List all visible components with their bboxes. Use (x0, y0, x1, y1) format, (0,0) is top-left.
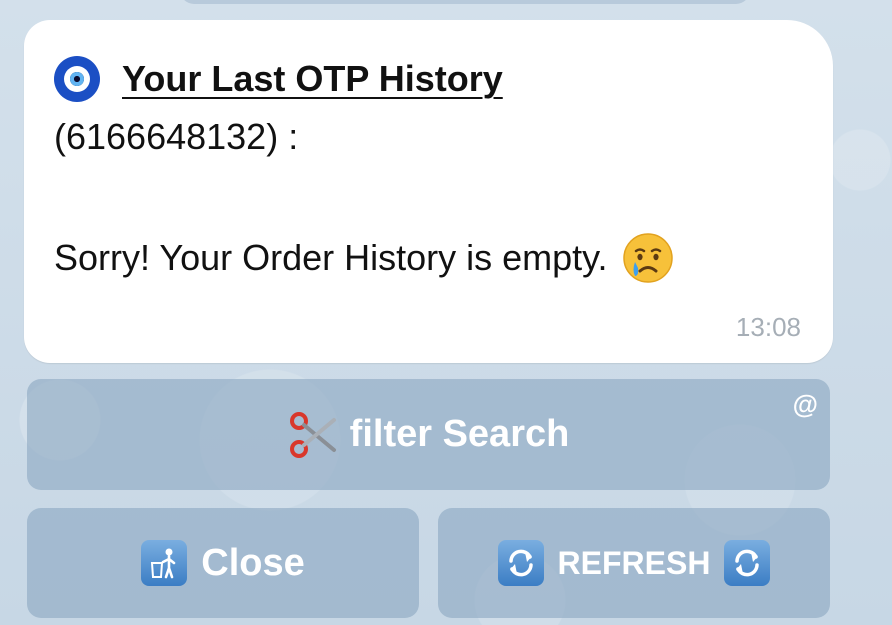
message-body-row: Sorry! Your Order History is empty. (54, 232, 674, 284)
phone-number-line: (6166648132) : (54, 116, 299, 157)
close-label: Close (201, 541, 305, 584)
refresh-arrows-icon (497, 540, 544, 586)
refresh-label: REFRESH (557, 544, 711, 581)
message-bubble: Your Last OTP History (6166648132) : Sor… (24, 20, 833, 363)
close-button[interactable]: Close (27, 508, 419, 618)
litter-in-bin-icon (141, 540, 188, 586)
message-body-text: Sorry! Your Order History is empty. (54, 237, 608, 278)
message-title-row: Your Last OTP History (54, 56, 503, 102)
crying-face-icon (622, 233, 673, 283)
message-timestamp: 13:08 (735, 312, 801, 342)
nazar-amulet-icon (54, 56, 100, 102)
switch-inline-at-icon: @ (792, 389, 818, 419)
refresh-button[interactable]: REFRESH (438, 508, 830, 618)
filter-search-button[interactable]: filter Search @ (27, 379, 830, 490)
message-title: Your Last OTP History (122, 58, 503, 99)
filter-search-label: filter Search (349, 413, 570, 455)
refresh-arrows-icon (724, 540, 771, 586)
previous-message-edge (180, 0, 750, 4)
scissors-icon (289, 411, 336, 458)
